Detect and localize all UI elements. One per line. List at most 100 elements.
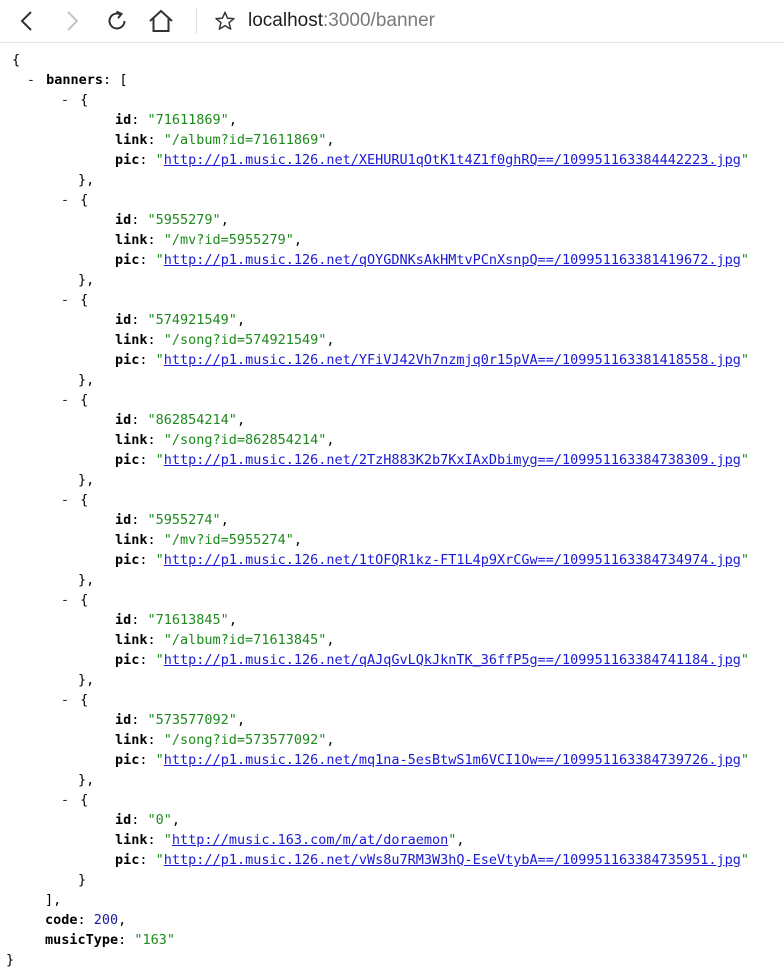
json-line: pic: "http://p1.music.126.net/2TzH883K2b… — [115, 452, 750, 468]
banner-close-brace: }, — [78, 772, 95, 788]
json-line: ], — [0, 890, 784, 910]
json-line: link: "/song?id=862854214", — [115, 432, 335, 448]
banner-open-brace: { — [80, 392, 89, 408]
banner-collapse-toggle[interactable]: - — [58, 690, 72, 710]
address-bar[interactable]: localhost:3000/banner — [248, 9, 435, 33]
musictype-value: "163" — [134, 932, 176, 948]
json-line: }, — [0, 570, 784, 590]
home-button[interactable] — [146, 6, 176, 36]
banner-open-brace: { — [80, 92, 89, 108]
banner-collapse-toggle[interactable]: - — [58, 190, 72, 210]
banner-link-value: "/mv?id=5955279" — [163, 232, 294, 248]
json-line: pic: "http://p1.music.126.net/XEHURU1qOt… — [115, 152, 750, 168]
home-icon — [149, 9, 173, 32]
banner-close-brace: }, — [78, 672, 95, 688]
banner-pic-key: pic — [115, 752, 140, 768]
banner-collapse-toggle[interactable]: - — [58, 790, 72, 810]
favorite-button[interactable] — [212, 8, 238, 34]
json-line: - { — [0, 190, 784, 210]
banner-id-key: id — [115, 312, 132, 328]
banner-pic-url[interactable]: http://p1.music.126.net/qOYGDNKsAkHMtvPC… — [164, 252, 741, 268]
banner-link-key: link — [115, 632, 148, 648]
banner-pic-url[interactable]: http://p1.music.126.net/XEHURU1qOtK1t4Z1… — [164, 152, 741, 168]
banner-link-key: link — [115, 532, 148, 548]
banner-collapse-toggle[interactable]: - — [58, 290, 72, 310]
json-line: }, — [0, 270, 784, 290]
banner-link-key: link — [115, 332, 148, 348]
toolbar-separator — [196, 8, 197, 34]
banner-pic-url[interactable]: http://p1.music.126.net/1tOFQR1kz-FT1L4p… — [164, 552, 741, 568]
banner-open-brace: { — [80, 592, 89, 608]
json-line: id: "573577092", — [115, 712, 246, 728]
banner-link-key: link — [115, 232, 148, 248]
banner-id-key: id — [115, 412, 132, 428]
banners-array-close: ], — [45, 892, 62, 908]
json-line: link: "/album?id=71611869", — [115, 132, 335, 148]
banner-pic-url[interactable]: http://p1.music.126.net/vWs8u7RM3W3hQ-Es… — [164, 852, 741, 868]
banner-pic-url[interactable]: http://p1.music.126.net/YFiVJ42Vh7nzmjq0… — [164, 352, 741, 368]
banner-pic-key: pic — [115, 852, 140, 868]
banner-id-key: id — [115, 512, 132, 528]
json-line: pic: "http://p1.music.126.net/1tOFQR1kz-… — [115, 552, 750, 568]
json-line: } — [0, 870, 784, 890]
banners-collapse-toggle[interactable]: - — [24, 70, 38, 90]
json-line: pic: "http://p1.music.126.net/vWs8u7RM3W… — [115, 852, 750, 868]
banner-link-value: "/album?id=71613845" — [163, 632, 327, 648]
banner-collapse-toggle[interactable]: - — [58, 490, 72, 510]
banner-open-brace: { — [80, 692, 89, 708]
forward-button[interactable] — [57, 6, 87, 36]
json-line: id: "0", — [115, 812, 181, 828]
banner-id-key: id — [115, 712, 132, 728]
banner-collapse-toggle[interactable]: - — [58, 590, 72, 610]
banner-id-value: "0" — [147, 812, 172, 828]
root-open-brace: { — [12, 52, 21, 68]
json-line: link: "http://music.163.com/m/at/doraemo… — [115, 832, 465, 848]
json-line: pic: "http://p1.music.126.net/qAJqGvLQkJ… — [115, 652, 750, 668]
banner-collapse-toggle[interactable]: - — [58, 90, 72, 110]
banner-pic-key: pic — [115, 352, 140, 368]
musictype-key: musicType — [45, 932, 119, 948]
banner-pic-key: pic — [115, 152, 140, 168]
banner-pic-key: pic — [115, 552, 140, 568]
banner-id-key: id — [115, 812, 132, 828]
json-line: - { — [0, 290, 784, 310]
json-viewer: { - banners: [ - { id: "71611869", link: "… — [0, 50, 784, 970]
banner-close-brace: }, — [78, 572, 95, 588]
banner-open-brace: { — [80, 792, 89, 808]
banner-link-key: link — [115, 832, 148, 848]
json-line: pic: "http://p1.music.126.net/YFiVJ42Vh7… — [115, 352, 750, 368]
banner-id-value: "574921549" — [147, 312, 237, 328]
json-line: musicType: "163" — [45, 932, 176, 948]
json-line: - banners: [ — [0, 70, 784, 90]
banner-close-brace: } — [78, 872, 87, 888]
banner-link-key: link — [115, 132, 148, 148]
banner-link-value: "/song?id=574921549" — [163, 332, 327, 348]
json-line: id: "5955279", — [115, 212, 229, 228]
banner-id-key: id — [115, 612, 132, 628]
json-line: link: "/song?id=573577092", — [115, 732, 335, 748]
banner-close-brace: }, — [78, 272, 95, 288]
json-line: link: "/mv?id=5955274", — [115, 532, 302, 548]
back-button[interactable] — [12, 6, 42, 36]
banner-link-value: "/mv?id=5955274" — [163, 532, 294, 548]
json-line: id: "862854214", — [115, 412, 246, 428]
json-line: } — [0, 950, 784, 970]
banner-link-url[interactable]: http://music.163.com/m/at/doraemon — [172, 832, 448, 848]
banner-open-brace: { — [80, 492, 89, 508]
banner-pic-url[interactable]: http://p1.music.126.net/qAJqGvLQkJknTK_3… — [164, 652, 741, 668]
json-line: - { — [0, 90, 784, 110]
json-line: - { — [0, 490, 784, 510]
json-line: { — [0, 50, 784, 70]
json-line: id: "71611869", — [115, 112, 237, 128]
root-close-brace: } — [6, 952, 15, 968]
banner-pic-url[interactable]: http://p1.music.126.net/mq1na-5esBtwS1m6… — [164, 752, 741, 768]
banner-collapse-toggle[interactable]: - — [58, 390, 72, 410]
reload-button[interactable] — [102, 6, 132, 36]
json-line: }, — [0, 170, 784, 190]
banner-link-key: link — [115, 432, 148, 448]
json-line: code: 200, — [45, 912, 127, 928]
code-value: 200 — [93, 912, 119, 928]
banner-id-value: "5955279" — [147, 212, 221, 228]
banner-pic-url[interactable]: http://p1.music.126.net/2TzH883K2b7KxIAx… — [164, 452, 741, 468]
banner-id-value: "573577092" — [147, 712, 237, 728]
